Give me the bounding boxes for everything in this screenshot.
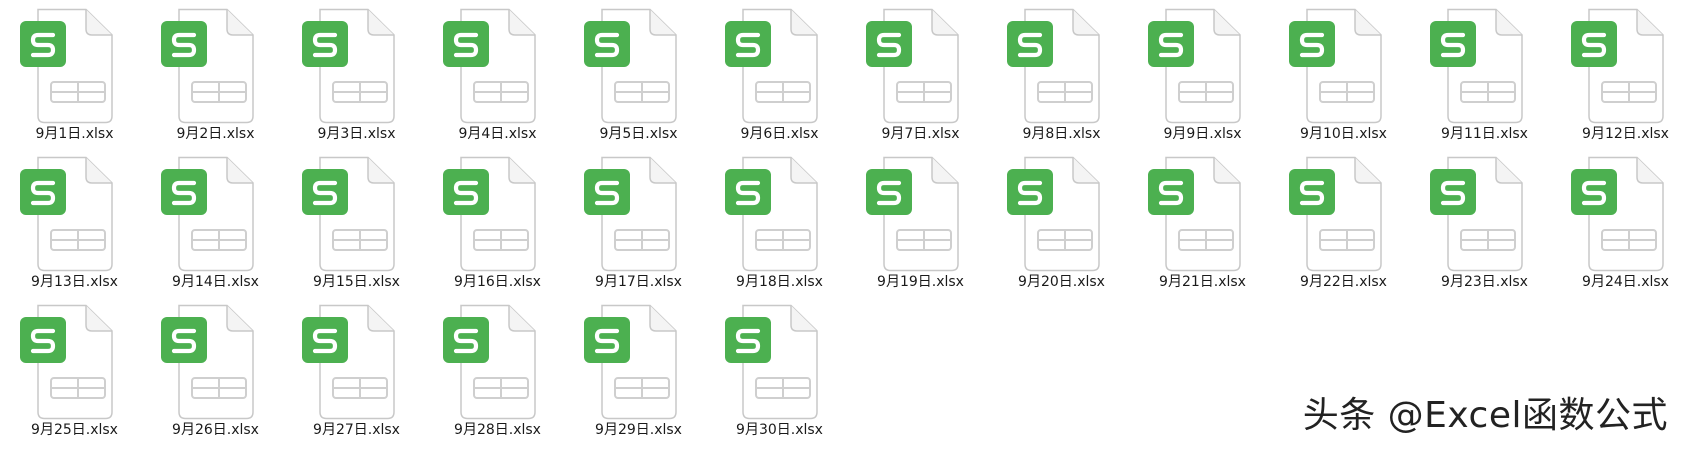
file-name-label: 9月30日.xlsx: [736, 422, 823, 438]
spreadsheet-file-icon: [1289, 156, 1389, 272]
file-item[interactable]: 9月1日.xlsx: [8, 8, 149, 156]
spreadsheet-file-icon: [302, 304, 402, 420]
spreadsheet-file-icon: [1007, 8, 1107, 124]
file-name-label: 9月28日.xlsx: [454, 422, 541, 438]
file-name-label: 9月3日.xlsx: [317, 126, 396, 142]
spreadsheet-file-icon: [1148, 156, 1248, 272]
file-item[interactable]: 9月14日.xlsx: [149, 156, 290, 304]
file-name-label: 9月5日.xlsx: [599, 126, 678, 142]
file-item[interactable]: 9月9日.xlsx: [1136, 8, 1277, 156]
spreadsheet-file-icon: [443, 8, 543, 124]
file-item[interactable]: 9月29日.xlsx: [572, 304, 713, 452]
spreadsheet-file-icon: [725, 304, 825, 420]
file-item[interactable]: 9月12日.xlsx: [1559, 8, 1682, 156]
file-name-label: 9月16日.xlsx: [454, 274, 541, 290]
file-name-label: 9月29日.xlsx: [595, 422, 682, 438]
file-name-label: 9月17日.xlsx: [595, 274, 682, 290]
spreadsheet-file-icon: [161, 304, 261, 420]
spreadsheet-file-icon: [584, 304, 684, 420]
spreadsheet-file-icon: [1289, 8, 1389, 124]
spreadsheet-file-icon: [1007, 156, 1107, 272]
file-item[interactable]: 9月20日.xlsx: [995, 156, 1136, 304]
spreadsheet-file-icon: [1571, 156, 1671, 272]
file-item[interactable]: 9月2日.xlsx: [149, 8, 290, 156]
file-name-label: 9月6日.xlsx: [740, 126, 819, 142]
file-name-label: 9月18日.xlsx: [736, 274, 823, 290]
file-item[interactable]: 9月3日.xlsx: [290, 8, 431, 156]
spreadsheet-file-icon: [725, 8, 825, 124]
spreadsheet-file-icon: [1430, 156, 1530, 272]
file-item[interactable]: 9月15日.xlsx: [290, 156, 431, 304]
file-item[interactable]: 9月7日.xlsx: [854, 8, 995, 156]
spreadsheet-file-icon: [1148, 8, 1248, 124]
watermark-text: 头条 @Excel函数公式: [1302, 395, 1668, 436]
file-name-label: 9月21日.xlsx: [1159, 274, 1246, 290]
spreadsheet-file-icon: [20, 304, 120, 420]
file-item[interactable]: 9月11日.xlsx: [1418, 8, 1559, 156]
file-name-label: 9月11日.xlsx: [1441, 126, 1528, 142]
spreadsheet-file-icon: [866, 8, 966, 124]
file-item[interactable]: 9月4日.xlsx: [431, 8, 572, 156]
file-item[interactable]: 9月8日.xlsx: [995, 8, 1136, 156]
file-name-label: 9月22日.xlsx: [1300, 274, 1387, 290]
file-name-label: 9月15日.xlsx: [313, 274, 400, 290]
file-name-label: 9月1日.xlsx: [35, 126, 114, 142]
spreadsheet-file-icon: [302, 156, 402, 272]
file-name-label: 9月8日.xlsx: [1022, 126, 1101, 142]
file-item[interactable]: 9月22日.xlsx: [1277, 156, 1418, 304]
file-name-label: 9月12日.xlsx: [1582, 126, 1669, 142]
file-name-label: 9月13日.xlsx: [31, 274, 118, 290]
file-name-label: 9月24日.xlsx: [1582, 274, 1669, 290]
spreadsheet-file-icon: [20, 156, 120, 272]
file-item[interactable]: 9月21日.xlsx: [1136, 156, 1277, 304]
file-item[interactable]: 9月27日.xlsx: [290, 304, 431, 452]
file-name-label: 9月9日.xlsx: [1163, 126, 1242, 142]
file-item[interactable]: 9月18日.xlsx: [713, 156, 854, 304]
file-item[interactable]: 9月5日.xlsx: [572, 8, 713, 156]
file-name-label: 9月26日.xlsx: [172, 422, 259, 438]
file-item[interactable]: 9月28日.xlsx: [431, 304, 572, 452]
file-item[interactable]: 9月13日.xlsx: [8, 156, 149, 304]
file-name-label: 9月19日.xlsx: [877, 274, 964, 290]
spreadsheet-file-icon: [1571, 8, 1671, 124]
spreadsheet-file-icon: [584, 156, 684, 272]
file-item[interactable]: 9月17日.xlsx: [572, 156, 713, 304]
file-name-label: 9月14日.xlsx: [172, 274, 259, 290]
spreadsheet-file-icon: [443, 304, 543, 420]
file-item[interactable]: 9月26日.xlsx: [149, 304, 290, 452]
spreadsheet-file-icon: [302, 8, 402, 124]
file-name-label: 9月2日.xlsx: [176, 126, 255, 142]
spreadsheet-file-icon: [20, 8, 120, 124]
file-item[interactable]: 9月24日.xlsx: [1559, 156, 1682, 304]
file-name-label: 9月23日.xlsx: [1441, 274, 1528, 290]
file-item[interactable]: 9月25日.xlsx: [8, 304, 149, 452]
spreadsheet-file-icon: [866, 156, 966, 272]
file-item[interactable]: 9月23日.xlsx: [1418, 156, 1559, 304]
file-item[interactable]: 9月10日.xlsx: [1277, 8, 1418, 156]
file-name-label: 9月4日.xlsx: [458, 126, 537, 142]
spreadsheet-file-icon: [161, 8, 261, 124]
spreadsheet-file-icon: [584, 8, 684, 124]
file-grid: 9月1日.xlsx 9月2日.xlsx 9月3日.xlsx 9月4日.xlsx 9月5日…: [8, 8, 1676, 448]
file-item[interactable]: 9月6日.xlsx: [713, 8, 854, 156]
file-name-label: 9月27日.xlsx: [313, 422, 400, 438]
file-name-label: 9月20日.xlsx: [1018, 274, 1105, 290]
spreadsheet-file-icon: [1430, 8, 1530, 124]
file-name-label: 9月7日.xlsx: [881, 126, 960, 142]
file-item[interactable]: 9月16日.xlsx: [431, 156, 572, 304]
spreadsheet-file-icon: [161, 156, 261, 272]
spreadsheet-file-icon: [725, 156, 825, 272]
file-item[interactable]: 9月19日.xlsx: [854, 156, 995, 304]
file-name-label: 9月10日.xlsx: [1300, 126, 1387, 142]
spreadsheet-file-icon: [443, 156, 543, 272]
file-item[interactable]: 9月30日.xlsx: [713, 304, 854, 452]
file-name-label: 9月25日.xlsx: [31, 422, 118, 438]
